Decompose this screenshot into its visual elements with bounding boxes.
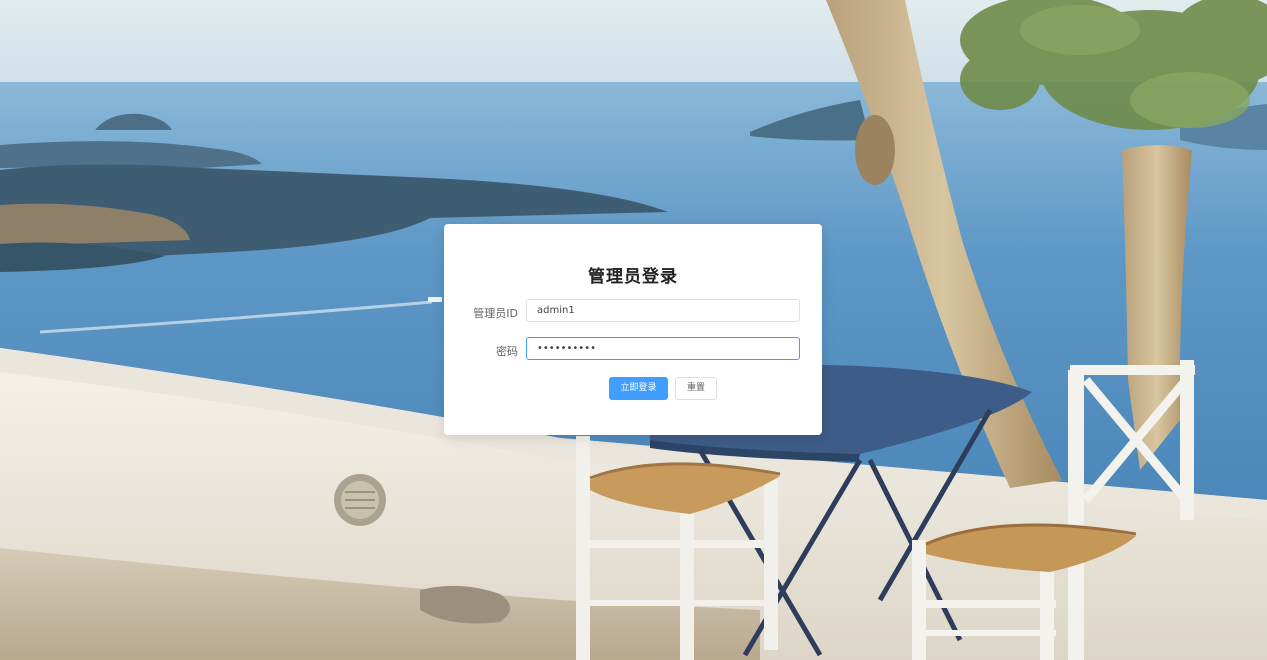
login-page: 管理员登录 管理员ID 密码 立即登录 重置 bbox=[0, 0, 1267, 660]
password-label: 密码 bbox=[496, 345, 518, 358]
login-title: 管理员登录 bbox=[588, 267, 678, 287]
login-card: 管理员登录 管理员ID 密码 立即登录 重置 bbox=[444, 224, 822, 435]
admin-id-label: 管理员ID bbox=[473, 307, 518, 320]
login-button[interactable]: 立即登录 bbox=[609, 377, 668, 400]
admin-id-input[interactable] bbox=[526, 299, 800, 322]
reset-button[interactable]: 重置 bbox=[675, 377, 717, 400]
password-input[interactable] bbox=[526, 337, 800, 360]
